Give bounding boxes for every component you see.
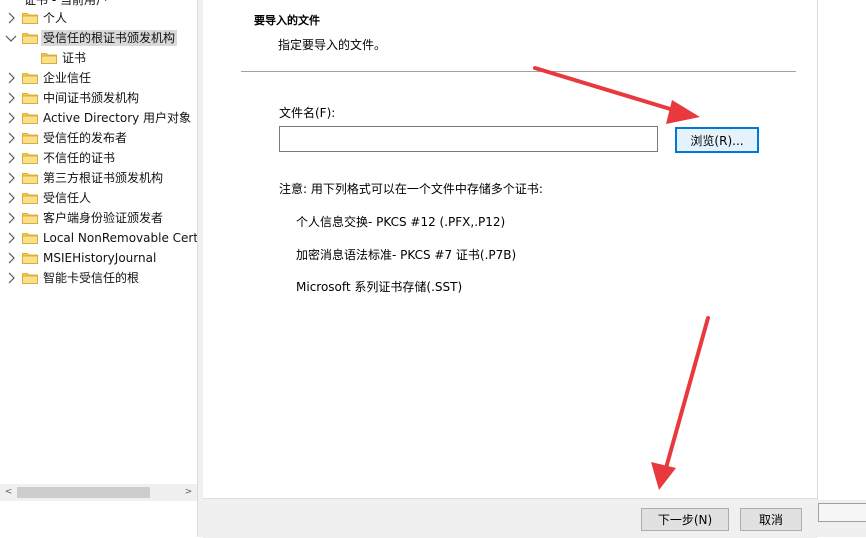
- tree-item[interactable]: 客户端身份验证颁发者: [0, 208, 197, 228]
- background-window-button: [818, 503, 866, 522]
- folder-icon: [22, 73, 38, 84]
- chevron-right-icon[interactable]: [4, 248, 18, 268]
- tree-item[interactable]: 个人: [0, 8, 197, 28]
- chevron-right-icon[interactable]: [4, 88, 18, 108]
- tree-item-label: Active Directory 用户对象: [43, 111, 192, 125]
- folder-icon: [22, 193, 38, 204]
- tree-item-label: 个人: [43, 11, 68, 25]
- chevron-right-icon[interactable]: [4, 8, 18, 28]
- tree-item[interactable]: 证书: [0, 48, 197, 68]
- chevron-right-icon[interactable]: [4, 268, 18, 288]
- folder-icon: [22, 153, 38, 164]
- chevron-right-icon[interactable]: [4, 68, 18, 88]
- format-sst: Microsoft 系列证书存储(.SST): [296, 280, 463, 294]
- tree-item-label: Local NonRemovable Certificates: [43, 231, 197, 245]
- section-description: 指定要导入的文件。: [278, 38, 387, 52]
- chevron-right-icon[interactable]: [4, 188, 18, 208]
- tree-root-label[interactable]: 证书 - 当前用户: [24, 0, 108, 8]
- import-wizard-dialog: 要导入的文件 指定要导入的文件。 文件名(F): 浏览(R)... 注意: 用下…: [203, 0, 817, 538]
- tree-item[interactable]: Active Directory 用户对象: [0, 108, 197, 128]
- scroll-right-arrow[interactable]: >: [180, 484, 197, 501]
- tree-item-label: 客户端身份验证颁发者: [43, 211, 164, 225]
- tree-item-label: 智能卡受信任的根: [43, 271, 140, 285]
- folder-icon: [41, 53, 57, 64]
- background-window: [817, 0, 866, 537]
- folder-icon: [22, 253, 38, 264]
- folder-icon: [22, 233, 38, 244]
- cancel-button[interactable]: 取消: [740, 508, 802, 531]
- header-divider: [241, 71, 796, 72]
- tree-item[interactable]: 企业信任: [0, 68, 197, 88]
- folder-icon: [22, 33, 38, 44]
- tree-item-label: 企业信任: [43, 71, 92, 85]
- tree-horizontal-scrollbar[interactable]: < >: [0, 484, 197, 501]
- file-name-input[interactable]: [279, 126, 658, 152]
- chevron-down-icon[interactable]: [4, 28, 18, 48]
- tree-item[interactable]: 中间证书颁发机构: [0, 88, 197, 108]
- folder-icon: [22, 13, 38, 24]
- chevron-right-icon[interactable]: [4, 108, 18, 128]
- tree-item[interactable]: 第三方根证书颁发机构: [0, 168, 197, 188]
- next-button[interactable]: 下一步(N): [641, 508, 729, 531]
- format-pkcs7: 加密消息语法标准- PKCS #7 证书(.P7B): [296, 248, 517, 262]
- folder-icon: [22, 273, 38, 284]
- tree-item[interactable]: 受信任的根证书颁发机构: [0, 28, 197, 48]
- tree-item-label: 受信任的发布者: [43, 131, 128, 145]
- folder-icon: [22, 93, 38, 104]
- tree-item[interactable]: 不信任的证书: [0, 148, 197, 168]
- browse-button[interactable]: 浏览(R)...: [675, 127, 759, 153]
- scrollbar-thumb[interactable]: [17, 487, 150, 498]
- format-note: 注意: 用下列格式可以在一个文件中存储多个证书:: [279, 182, 543, 196]
- tree-item-label: 不信任的证书: [43, 151, 116, 165]
- certificate-tree: 证书 - 当前用户 个人受信任的根证书颁发机构证书企业信任中间证书颁发机构 Act…: [0, 0, 197, 537]
- chevron-right-icon[interactable]: [4, 228, 18, 248]
- scroll-left-arrow[interactable]: <: [0, 484, 17, 501]
- tree-item-label: 第三方根证书颁发机构: [43, 171, 164, 185]
- folder-icon: [22, 133, 38, 144]
- tree-item-label: 证书: [62, 51, 87, 65]
- chevron-right-icon[interactable]: [4, 148, 18, 168]
- tree-item[interactable]: 受信任人: [0, 188, 197, 208]
- tree-item[interactable]: 智能卡受信任的根: [0, 268, 197, 288]
- chevron-right-icon[interactable]: [4, 208, 18, 228]
- tree-item-label: 受信任的根证书颁发机构: [41, 30, 178, 46]
- tree-item-label: 中间证书颁发机构: [43, 91, 140, 105]
- tree-item[interactable]: Local NonRemovable Certificates: [0, 228, 197, 248]
- tree-item-label: 受信任人: [43, 191, 92, 205]
- section-title: 要导入的文件: [254, 14, 320, 27]
- tree-item[interactable]: 受信任的发布者: [0, 128, 197, 148]
- folder-icon: [22, 213, 38, 224]
- file-name-label: 文件名(F):: [279, 106, 336, 120]
- chevron-right-icon[interactable]: [4, 168, 18, 188]
- tree-item-label: MSIEHistoryJournal: [43, 251, 157, 265]
- chevron-right-icon[interactable]: [4, 128, 18, 148]
- tree-item[interactable]: MSIEHistoryJournal: [0, 248, 197, 268]
- format-pkcs12: 个人信息交换- PKCS #12 (.PFX,.P12): [296, 215, 506, 229]
- wizard-footer: 下一步(N) 取消: [203, 498, 817, 538]
- folder-icon: [22, 113, 38, 124]
- folder-icon: [22, 173, 38, 184]
